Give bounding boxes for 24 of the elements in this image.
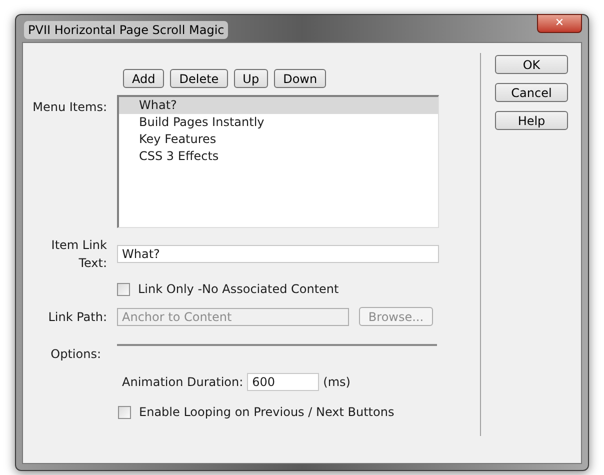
checkbox[interactable] (118, 406, 131, 418)
dialog-button[interactable]: OK (495, 55, 568, 74)
dialog-button[interactable]: Cancel (495, 83, 568, 102)
list-button[interactable]: Up (234, 69, 268, 88)
field-label: Animation Duration: (122, 374, 244, 391)
list-button[interactable]: Down (274, 69, 326, 88)
checkbox[interactable] (117, 282, 130, 296)
field-label: Link Path: (47, 308, 107, 326)
unit-label: (ms) (323, 374, 350, 391)
window-title: PVII Horizontal Page Scroll Magic (24, 21, 228, 39)
list-item[interactable]: CSS 3 Effects (119, 148, 438, 165)
field-label: Item Link Text: (50, 237, 107, 272)
checkbox-label: Enable Looping on Previous / Next Buttons (139, 404, 394, 421)
list-item[interactable]: What? (119, 97, 438, 114)
dialog-button[interactable]: Help (495, 111, 568, 130)
list-item[interactable]: Key Features (119, 131, 438, 148)
checkbox-label: Link Only -No Associated Content (138, 281, 339, 298)
duration-field[interactable]: 600 (247, 373, 320, 391)
item-link-text-field[interactable]: What? (117, 245, 439, 263)
section-label: Options: (50, 346, 102, 363)
list-item[interactable]: Build Pages Instantly (119, 114, 438, 131)
list-button[interactable]: Delete (170, 69, 228, 88)
list-button[interactable]: Add (123, 69, 164, 88)
field-label: Menu Items: (32, 99, 107, 116)
